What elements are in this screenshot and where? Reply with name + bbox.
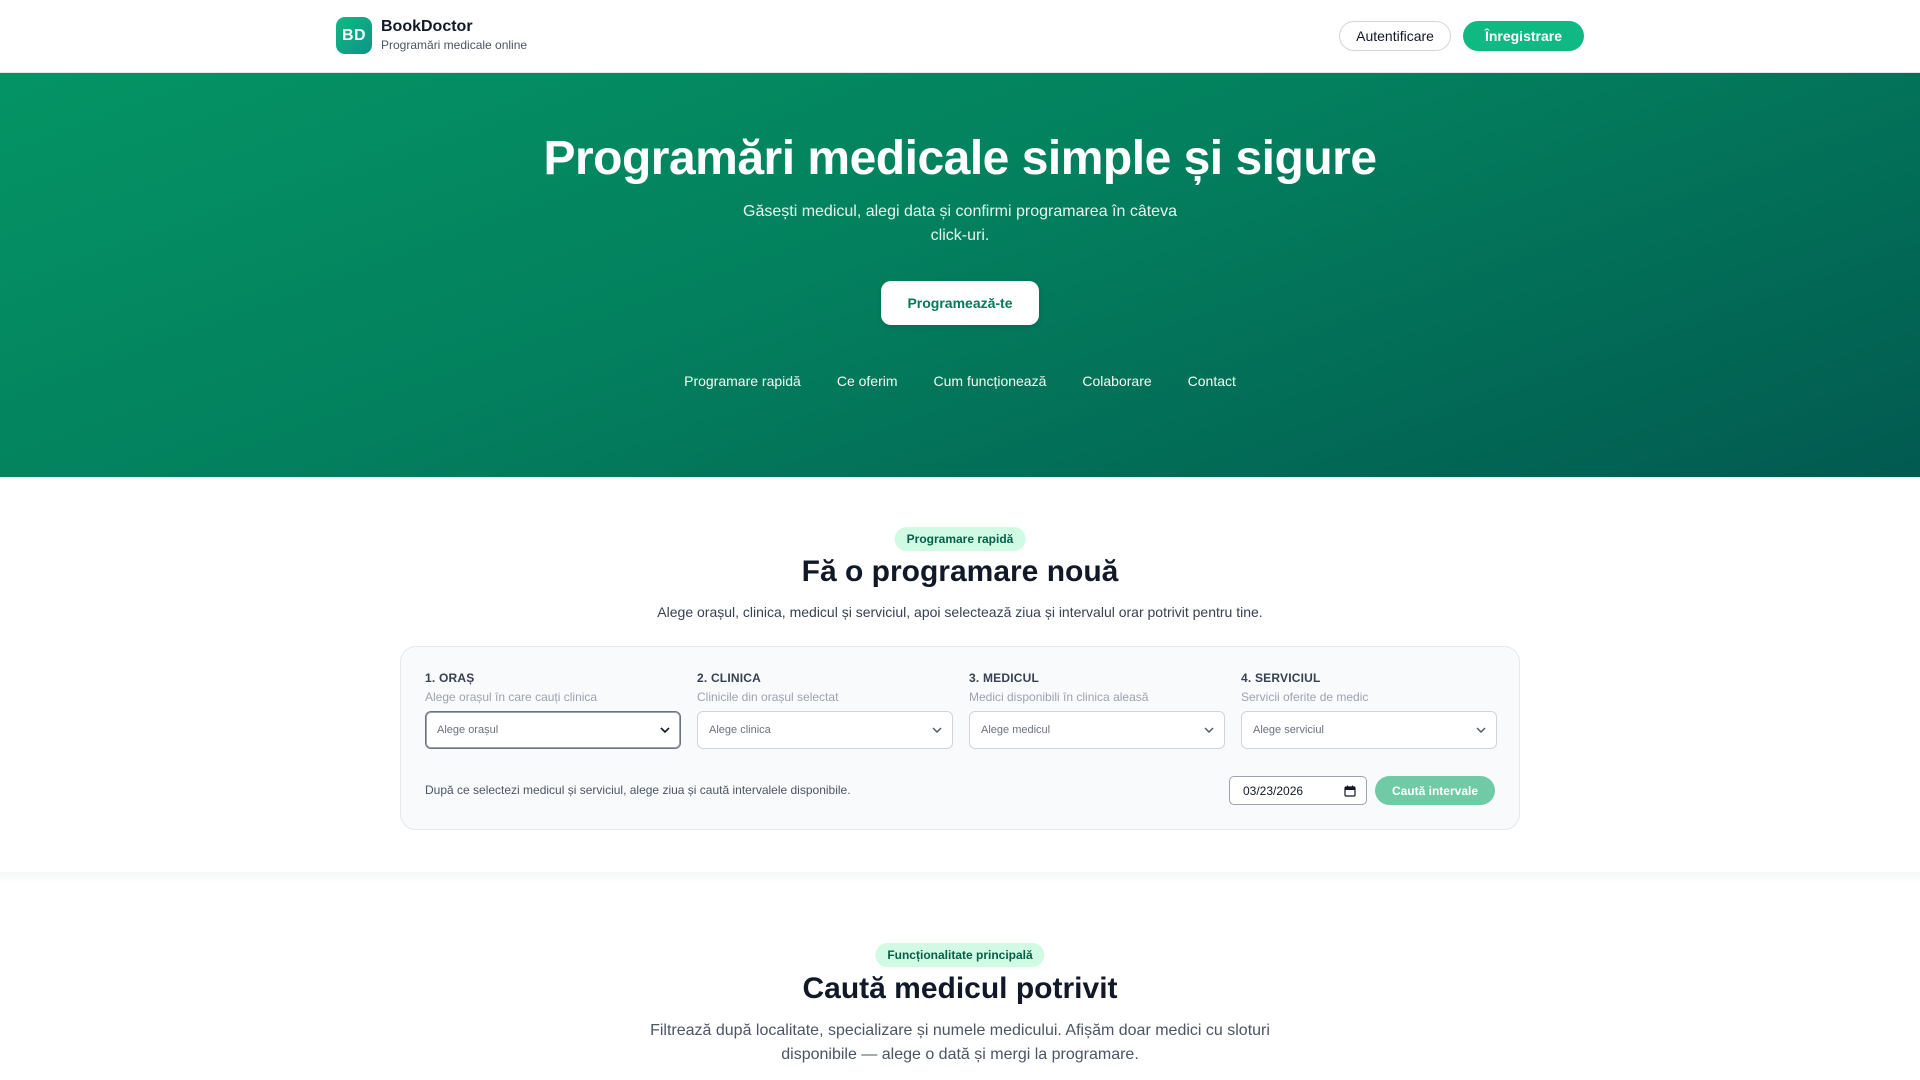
book-now-button[interactable]: Programează-te	[881, 281, 1039, 325]
hero-section: Programări medicale simple și sigure Găs…	[0, 73, 1920, 477]
doctor-select[interactable]: Alege medicul	[969, 711, 1225, 749]
city-help: Alege orașul în care cauți clinica	[425, 690, 598, 704]
nav-link-how-it-works[interactable]: Cum funcționează	[934, 373, 1047, 389]
date-value: 03/23/2026	[1243, 783, 1304, 798]
nav-link-contact[interactable]: Contact	[1188, 373, 1236, 389]
service-field: 4. Serviciul Servicii oferite de medic A…	[1241, 671, 1497, 749]
brand-name: BookDoctor	[381, 17, 473, 35]
quick-booking-pill: Programare rapidă	[894, 527, 1026, 551]
search-slots-button[interactable]: Caută intervale	[1375, 776, 1495, 805]
section-divider	[0, 872, 1920, 884]
find-doctor-description: Filtrează după localitate, specializare …	[650, 1022, 1270, 1063]
login-button[interactable]: Autentificare	[1339, 21, 1451, 51]
find-doctor-title: Caută medicul potrivit	[802, 972, 1118, 1005]
quick-booking-title: Fă o programare nouă	[801, 555, 1119, 588]
brand-logo: BD	[336, 17, 372, 54]
clinic-field: 2. Clinica Clinicile din orașul selectat…	[697, 671, 953, 749]
hero-subtitle: Găsești medicul, alegi data și confirmi …	[743, 203, 1177, 244]
city-select[interactable]: Alege orașul	[425, 711, 681, 749]
doctor-label: 3. Medicul	[969, 671, 1040, 685]
nav-link-offer[interactable]: Ce oferim	[837, 373, 898, 389]
brand[interactable]: BD BookDoctor Programări medicale online	[336, 17, 527, 54]
quick-booking-description: Alege orașul, clinica, medicul și servic…	[657, 604, 1263, 620]
doctor-field: 3. Medicul Medici disponibili în clinica…	[969, 671, 1225, 749]
clinic-help: Clinicile din orașul selectat	[697, 690, 839, 704]
clinic-select-value: Alege clinica	[709, 724, 771, 736]
booking-form-card: 1. Oraș Alege orașul în care cauți clini…	[400, 646, 1520, 830]
nav-link-collaboration[interactable]: Colaborare	[1082, 373, 1151, 389]
find-doctor-pill: Funcționalitate principală	[875, 943, 1045, 967]
service-select[interactable]: Alege serviciul	[1241, 711, 1497, 749]
date-input[interactable]: 03/23/2026	[1229, 776, 1367, 805]
hero-nav: Programare rapidă Ce oferim Cum funcțion…	[0, 373, 1920, 389]
service-help: Servicii oferite de medic	[1241, 690, 1369, 704]
city-label: 1. Oraș	[425, 671, 475, 685]
brand-tagline: Programări medicale online	[381, 38, 528, 53]
chevron-down-icon	[932, 727, 942, 733]
hero-title: Programări medicale simple și sigure	[543, 132, 1377, 185]
service-select-value: Alege serviciul	[1253, 724, 1324, 736]
service-label: 4. Serviciul	[1241, 671, 1321, 685]
register-button[interactable]: Înregistrare	[1462, 21, 1584, 51]
calendar-icon[interactable]	[1344, 785, 1356, 797]
chevron-down-icon	[660, 727, 670, 734]
doctor-select-value: Alege medicul	[981, 724, 1051, 736]
clinic-select[interactable]: Alege clinica	[697, 711, 953, 749]
city-field: 1. Oraș Alege orașul în care cauți clini…	[425, 671, 681, 749]
chevron-down-icon	[1476, 727, 1486, 733]
booking-hint: După ce selectezi medicul și serviciul, …	[425, 783, 851, 797]
doctor-help: Medici disponibili în clinica aleasă	[969, 690, 1149, 704]
clinic-label: 2. Clinica	[697, 671, 762, 685]
city-select-value: Alege orașul	[437, 724, 499, 736]
chevron-down-icon	[1204, 727, 1214, 733]
top-header: BD BookDoctor Programări medicale online…	[0, 0, 1920, 73]
nav-link-quick-booking[interactable]: Programare rapidă	[684, 373, 801, 389]
